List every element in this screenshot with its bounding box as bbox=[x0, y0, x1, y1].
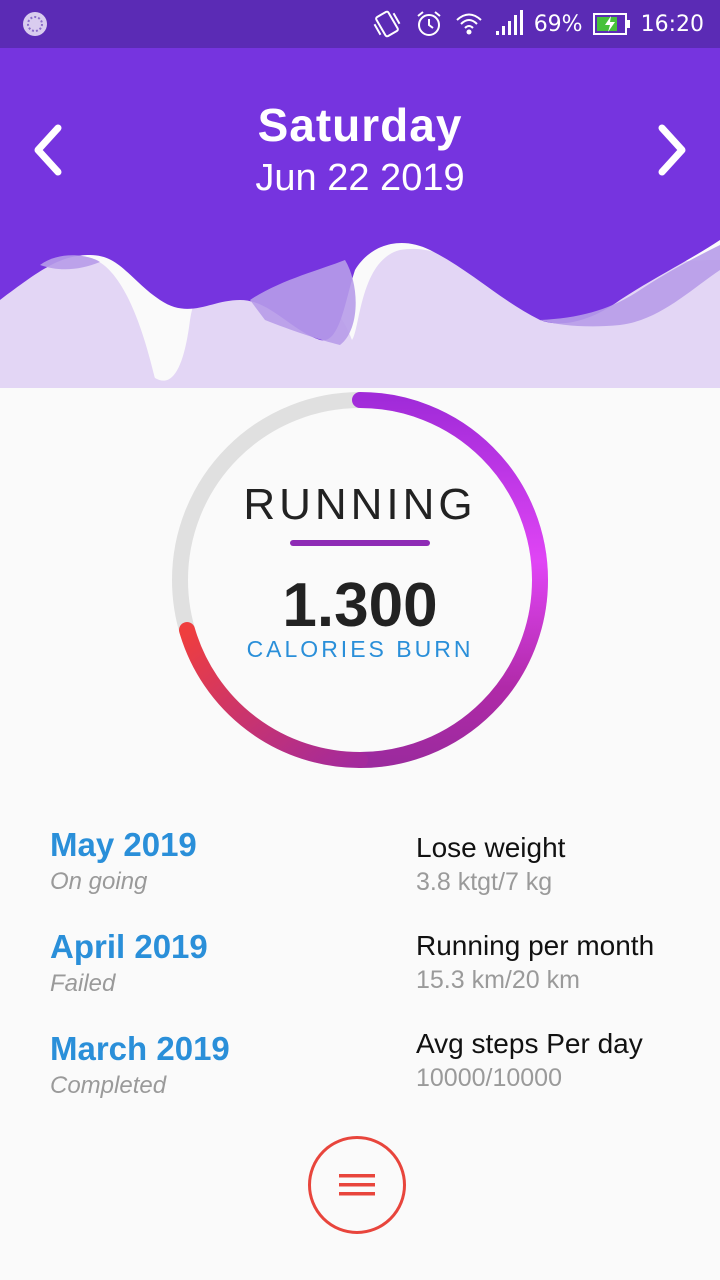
activity-divider bbox=[290, 540, 430, 546]
goal-item: Avg steps Per day 10000/10000 bbox=[416, 1028, 643, 1093]
battery-icon bbox=[592, 13, 630, 35]
month-status: Failed bbox=[50, 970, 116, 997]
goal-name: Running per month bbox=[416, 930, 655, 961]
alarm-icon bbox=[417, 11, 441, 36]
goal-value: 3.8 ktgt/7 kg bbox=[416, 868, 553, 896]
menu-button[interactable] bbox=[308, 1136, 406, 1234]
app-screen: 69% 16:20 Saturday Jun 22 2019 RUNNING 1… bbox=[0, 0, 720, 1280]
goal-item: Lose weight 3.8 ktgt/7 kg bbox=[416, 832, 565, 897]
status-bar: 69% 16:20 bbox=[0, 0, 720, 48]
header-day: Saturday bbox=[257, 99, 463, 151]
app-notification-icon bbox=[23, 12, 47, 36]
goal-name: Avg steps Per day bbox=[416, 1028, 643, 1059]
vibrate-icon bbox=[373, 10, 401, 38]
battery-percent: 69% bbox=[533, 11, 583, 37]
month-status: On going bbox=[50, 868, 148, 895]
month-item[interactable]: April 2019 Failed bbox=[50, 928, 208, 998]
clock: 16:20 bbox=[640, 11, 704, 37]
goal-value: 10000/10000 bbox=[416, 1064, 562, 1092]
month-name: March 2019 bbox=[50, 1030, 230, 1067]
goal-item: Running per month 15.3 km/20 km bbox=[416, 930, 654, 995]
month-name: May 2019 bbox=[50, 826, 197, 863]
month-item[interactable]: March 2019 Completed bbox=[50, 1030, 230, 1100]
activity-name: RUNNING bbox=[243, 480, 477, 529]
wifi-icon bbox=[456, 13, 482, 35]
hamburger-menu-icon bbox=[339, 1174, 375, 1196]
month-name: April 2019 bbox=[50, 928, 208, 965]
calorie-unit: CALORIES BURN bbox=[246, 636, 474, 662]
header-date: Jun 22 2019 bbox=[255, 157, 465, 199]
month-status: Completed bbox=[50, 1072, 167, 1099]
goal-value: 15.3 km/20 km bbox=[416, 966, 580, 994]
month-item[interactable]: May 2019 On going bbox=[50, 826, 197, 896]
status-icons: 69% 16:20 bbox=[370, 0, 704, 48]
goal-name: Lose weight bbox=[416, 832, 566, 863]
signal-icon bbox=[495, 10, 523, 35]
calorie-value: 1.300 bbox=[282, 571, 438, 640]
